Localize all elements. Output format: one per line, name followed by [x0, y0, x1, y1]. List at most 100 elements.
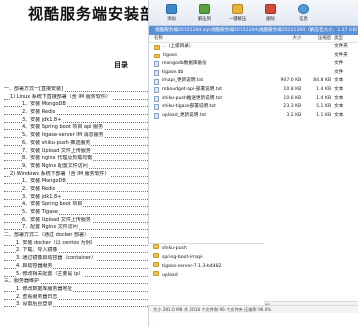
- toc-entry-text: 7、配置 Nginx 文件访问: [22, 224, 79, 231]
- toolbar-button[interactable]: 解压到: [188, 2, 221, 25]
- sub-folder-name: spring-boot-imapi: [162, 255, 203, 260]
- file-type: 文本: [334, 104, 344, 110]
- toc-entry-text: 4、安装 Spring boot 项目: [22, 201, 84, 208]
- folder-icon: [154, 53, 160, 59]
- toc-entry[interactable]: 2、安装 Redis: [4, 185, 150, 194]
- toc-entry-text: 1. 修改数据库服务器地址: [16, 285, 74, 292]
- toc-entry[interactable]: 1. 安装 docker（以 centos 为例）: [4, 239, 150, 248]
- toc-entry[interactable]: 2. 查看服务器日志: [4, 293, 150, 302]
- file-size: 10.8 KB: [283, 86, 302, 92]
- document-title: 视酷服务端安装部: [28, 5, 157, 23]
- toc-entry[interactable]: 2、安装 Redis: [4, 109, 150, 117]
- address-bar[interactable]: 视酷服务端20151204.zip\视酷服务端20151204\视酷服务端201…: [149, 26, 358, 35]
- toc-entry[interactable]: 2. 下载、导入镜像: [4, 247, 150, 255]
- file-row[interactable]: mongodb数据库备份 文件: [149, 60, 358, 69]
- toc-entry[interactable]: 二、部署方式二（通过 docker 部署）: [4, 232, 150, 240]
- file-name: tigase.db: [162, 69, 184, 75]
- file-row[interactable]: mboudget-api-部署说明.txt 10.8 KB 1.4 KB 文本: [149, 86, 358, 95]
- toolbar-button[interactable]: 一键解压: [221, 2, 254, 25]
- toc-entry[interactable]: 4. 启动容器服务: [4, 262, 150, 271]
- toc-entry[interactable]: 三、服务器维护: [4, 278, 150, 286]
- file-row[interactable]: tigase.db 文件: [149, 69, 358, 78]
- file-type: 文件: [334, 61, 344, 67]
- file-row[interactable]: upload_更新说明.txt 3.2 KB 1.1 KB 文本: [149, 112, 358, 121]
- toc-entry-text: 2、安装 Redis: [22, 109, 57, 116]
- toc-entry[interactable]: 5、安装 Tigase: [4, 209, 150, 217]
- folder-icon: [153, 271, 159, 276]
- toc-entry[interactable]: 7、配置 Nginx 文件访问: [4, 224, 150, 232]
- toc-entry[interactable]: 1、安装 MongoDB: [4, 178, 150, 186]
- file-name: tigase: [163, 52, 178, 58]
- column-size[interactable]: 大小: [274, 35, 304, 42]
- toc-entry[interactable]: 3. 设置后台登录: [4, 301, 150, 309]
- toc-entry[interactable]: 一、部署方式一[直接安装]: [4, 86, 150, 94]
- column-packed[interactable]: 压缩后: [304, 35, 334, 42]
- add-icon: [166, 4, 177, 14]
- file-name: upload_更新说明.txt: [162, 112, 207, 118]
- toolbar-button[interactable]: 添加: [155, 2, 188, 25]
- file-type: 文件夹: [334, 52, 348, 58]
- toc-entry-text: 5、安装 Tigase: [22, 209, 59, 215]
- file-type: 文本: [334, 78, 344, 84]
- sub-folder-row[interactable]: tigase-server-7.1.3-b4482: [148, 262, 264, 271]
- toc-entry-text: 4、安装 Spring boot 项目 api 服务: [22, 124, 105, 131]
- toc-entry[interactable]: 6、安装 Upload 文件上传服务: [4, 216, 150, 225]
- toc-entry[interactable]: 8、安装 nginx 代理及负载均衡: [4, 155, 150, 163]
- toc-entry-text: 一、部署方式一[直接安装]: [4, 86, 64, 92]
- toc-entry[interactable]: 7、安装 Upload 文件上传服务: [4, 147, 150, 156]
- toc-entry[interactable]: 2) Windows 系统下部署（含 IM 服务软件）: [4, 170, 150, 179]
- toolbar-button-label: 一键解压: [228, 17, 247, 22]
- toc-entry-text: 1、安装 MongoDB: [22, 178, 67, 185]
- test-icon: [232, 4, 243, 14]
- toolbar-button[interactable]: 信息: [287, 2, 320, 25]
- sub-folder-row[interactable]: shiku-push: [148, 244, 264, 253]
- info-icon: [298, 4, 309, 14]
- toc-entry-text: 3、安装 jdk1.8+: [22, 116, 63, 123]
- file-name: mongodb数据库备份: [162, 61, 207, 67]
- toc-entry[interactable]: 4、安装 Spring boot 项目: [4, 201, 150, 209]
- toc-entry[interactable]: 1. 修改数据库服务器地址: [4, 285, 150, 294]
- toc-entry[interactable]: 1、安装 MongoDB: [4, 101, 150, 109]
- toc-entry-text: 5、安装 tigase-server IM 消息服务: [22, 132, 105, 139]
- toc-entry-text: 4. 启动容器服务: [16, 262, 54, 269]
- file-name-cell: tigase.db: [149, 69, 274, 78]
- file-row[interactable]: shiku-tigase部署说明.txt 23.3 KB 5.1 KB 文本: [149, 103, 358, 112]
- toc-entry[interactable]: 1) Linux 系统下直接部署（含 IM 服务软件）: [4, 93, 150, 102]
- file-packed-size: 1.1 KB: [316, 112, 332, 118]
- file-row[interactable]: tigase 文件夹: [149, 52, 358, 61]
- file-type: 文件: [334, 69, 344, 75]
- column-type[interactable]: 类型: [334, 35, 358, 42]
- toc-entry[interactable]: 6、安装 shiku-push 推送服务: [4, 139, 150, 148]
- toc-entry[interactable]: 3、安装 jdk1.8+: [4, 193, 150, 202]
- sub-folder-row[interactable]: spring-boot-imapi: [148, 253, 264, 262]
- file-name-cell: shiku-push推送更新说明.txt: [149, 95, 274, 104]
- file-name: shiku-push推送更新说明.txt: [162, 95, 223, 101]
- toc-entry-text: 6、安装 shiku-push 推送服务: [22, 139, 92, 146]
- file-packed-size: 1.4 KB: [316, 86, 332, 92]
- file-size: [274, 43, 304, 52]
- toc-entry-text: 7、安装 Upload 文件上传服务: [22, 147, 92, 154]
- file-row[interactable]: imapi_更新说明.txt 907.0 KB 84.8 KB 文本: [149, 77, 358, 86]
- toc-entry[interactable]: 3、安装 jdk1.8+: [4, 116, 150, 125]
- toc-entry-text: 2. 查看服务器日志: [16, 293, 59, 300]
- file-row[interactable]: shiku-push推送更新说明.txt 10.6 KB 1.4 KB 文本: [149, 95, 358, 104]
- sub-folder-row[interactable]: upload: [148, 271, 264, 280]
- file-row[interactable]: ..（上级目录） 文件夹: [149, 43, 358, 52]
- file-name-cell: imapi_更新说明.txt: [149, 77, 274, 86]
- toolbar-button[interactable]: 删除: [254, 2, 287, 25]
- toc-entry[interactable]: 5. 修改相关配置（主要是 ip）: [4, 270, 150, 279]
- toc-entry[interactable]: 3. 通过镜像启动容器（container）: [4, 255, 150, 263]
- toc-entry-text: 3. 设置后台登录: [16, 301, 54, 308]
- table-of-contents: 一、部署方式一[直接安装] 1) Linux 系统下直接部署（含 IM 服务软件）…: [4, 86, 150, 309]
- toc-entry[interactable]: 4、安装 Spring boot 项目 api 服务: [4, 124, 150, 132]
- file-list-header: 名称 大小 压缩后 类型: [149, 35, 358, 43]
- toc-entry[interactable]: 9、安装 Nginx 配置文件访问: [4, 162, 150, 171]
- toc-entry-text: 5. 修改相关配置（主要是 ip）: [16, 270, 85, 277]
- column-name[interactable]: 名称: [149, 35, 274, 42]
- file-list: ..（上级目录） 文件夹 tigase 文件夹 mongodb数据库备份 文件 tigase…: [149, 43, 358, 120]
- toc-entry-text: 1) Linux 系统下直接部署（含 IM 服务软件）: [10, 93, 112, 100]
- file-icon: [154, 70, 159, 77]
- file-icon: [154, 78, 159, 85]
- file-size: 907.0 KB: [280, 78, 302, 84]
- toc-entry[interactable]: 5、安装 tigase-server IM 消息服务: [4, 132, 150, 140]
